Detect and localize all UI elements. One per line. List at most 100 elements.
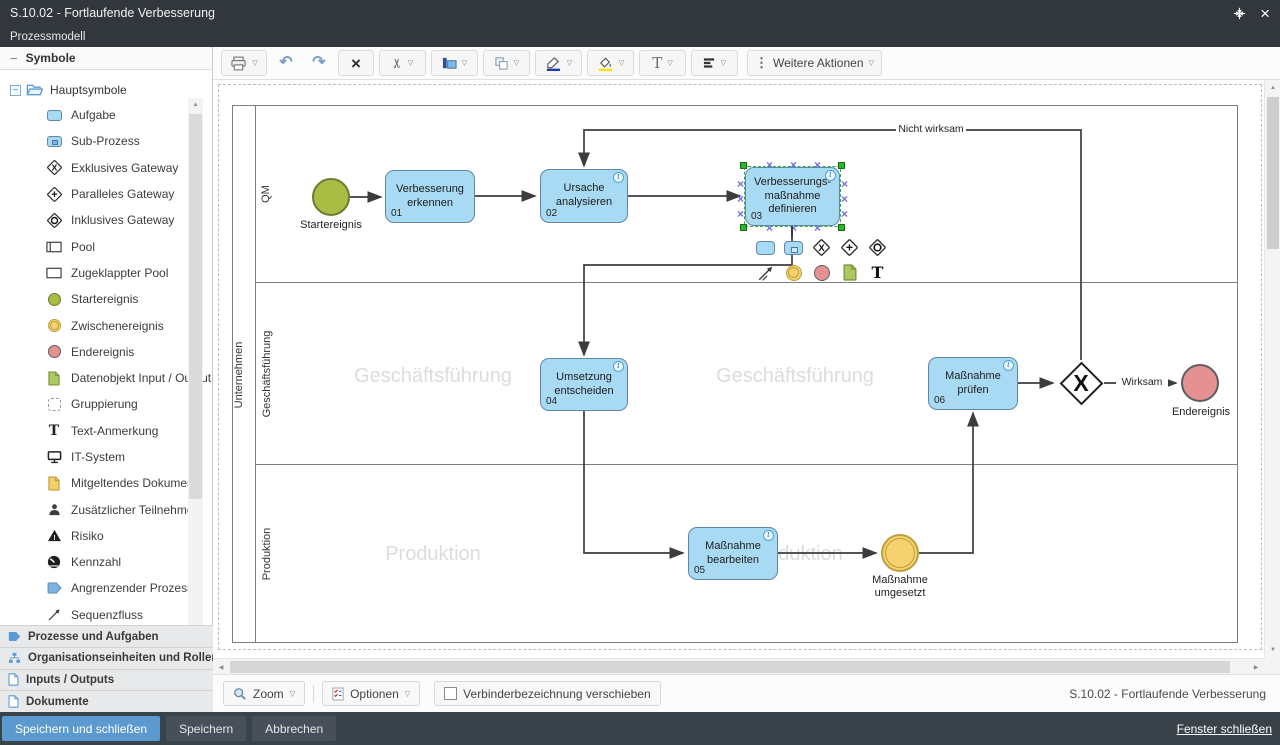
selection-handle[interactable] [740, 162, 747, 169]
symbol-item-angrenzender-prozess[interactable]: Angrenzender Prozess [0, 575, 212, 601]
symbol-item-mitgeltendes-dokument[interactable]: Mitgeltendes Dokument [0, 470, 212, 496]
selection-handle[interactable] [838, 224, 845, 231]
symbol-item-exklusives-gateway[interactable]: X Exklusives Gateway [0, 155, 212, 181]
info-icon[interactable]: i [613, 172, 624, 183]
scroll-left-icon[interactable]: ◀ [213, 659, 229, 675]
collapse-icon[interactable]: − [10, 51, 18, 66]
palette-task-icon[interactable] [753, 236, 778, 259]
horizontal-scroll-thumb[interactable] [230, 661, 1230, 673]
palette-sequence-flow-icon[interactable] [753, 261, 778, 284]
symbol-item-text-anmerkung[interactable]: T Text-Anmerkung [0, 418, 212, 444]
palette-data-object-icon[interactable] [837, 261, 862, 284]
symbol-item-zwischenereignis[interactable]: Zwischenereignis [0, 312, 212, 338]
print-button[interactable]: ▽ [221, 50, 267, 76]
copy-style-button[interactable]: ▽ [483, 50, 530, 76]
align-button[interactable]: ▽ [691, 50, 738, 76]
task-verbesserungsmassnahme-definieren[interactable]: Verbesserungs- maßnahme definieren 03 i … [745, 167, 840, 226]
info-icon[interactable]: i [763, 530, 774, 541]
connection-point[interactable]: × [737, 193, 744, 205]
symbol-item-endereignis[interactable]: Endereignis [0, 339, 212, 365]
palette-subprocess-icon[interactable] [781, 236, 806, 259]
tree-scrollbar[interactable]: ▲ ▼ [188, 98, 203, 625]
symbol-item-risiko[interactable]: ! Risiko [0, 523, 212, 549]
intermediate-event[interactable] [881, 534, 919, 572]
vertical-scrollbar[interactable]: ▲ ▼ [1264, 80, 1280, 658]
palette-text-annotation-icon[interactable]: T [865, 261, 890, 284]
task-umsetzung-entscheiden[interactable]: Umsetzung entscheiden 04 i [540, 358, 628, 411]
connection-point[interactable]: × [790, 159, 797, 171]
tree-root-hauptsymbole[interactable]: − Hauptsymbole [0, 78, 212, 102]
cut-connector-button[interactable]: ✂ ▽ [379, 50, 426, 76]
palette-inclusive-gateway-icon[interactable] [865, 236, 890, 259]
task-verbesserung-erkennen[interactable]: Verbesserung erkennen 01 [385, 170, 475, 223]
task-massnahme-bearbeiten[interactable]: Maßnahme bearbeiten 05 i [688, 527, 778, 580]
lane-divider[interactable] [256, 464, 1237, 465]
symbol-item-startereignis[interactable]: Startereignis [0, 286, 212, 312]
horizontal-scrollbar[interactable]: ◀ ▶ [213, 658, 1264, 674]
arrange-button[interactable]: ▽ [431, 50, 478, 76]
palette-intermediate-event-icon[interactable] [781, 261, 806, 284]
section-prozesse-und-aufgaben[interactable]: Prozesse und Aufgaben [0, 625, 213, 647]
end-event[interactable] [1181, 364, 1219, 402]
info-icon[interactable]: i [613, 361, 624, 372]
selection-handle[interactable] [740, 224, 747, 231]
info-icon[interactable]: i [1003, 360, 1014, 371]
info-icon[interactable]: i [825, 170, 836, 181]
task-massnahme-pruefen[interactable]: Maßnahme prüfen 06 i [928, 357, 1018, 410]
save-and-close-button[interactable]: Speichern und schließen [2, 716, 160, 741]
symbol-item-zusaetzlicher-teilnehmer[interactable]: Zusätzlicher Teilnehmer [0, 496, 212, 522]
symbol-item-sequenzfluss[interactable]: Sequenzfluss [0, 602, 212, 625]
zoom-button[interactable]: Zoom ▽ [223, 681, 305, 706]
cancel-button[interactable]: Abbrechen [252, 716, 336, 741]
section-inputs-outputs[interactable]: Inputs / Outputs [0, 669, 213, 691]
close-window-link[interactable]: Fenster schließen [1177, 722, 1272, 736]
palette-parallel-gateway-icon[interactable]: + [837, 236, 862, 259]
palette-end-event-icon[interactable] [809, 261, 834, 284]
symbol-item-datenobjekt[interactable]: Datenobjekt Input / Output [0, 365, 212, 391]
compress-icon[interactable] [1233, 7, 1246, 20]
connection-point[interactable]: × [737, 208, 744, 220]
delete-button[interactable]: × [338, 50, 374, 76]
more-actions-button[interactable]: ⋮ Weitere Aktionen ▽ [747, 50, 882, 76]
connection-point[interactable]: × [814, 159, 821, 171]
sidebar-header[interactable]: − Symbole [0, 47, 212, 70]
connector-label-checkbox[interactable] [444, 687, 457, 700]
save-button[interactable]: Speichern [166, 716, 246, 741]
symbol-item-inklusives-gateway[interactable]: Inklusives Gateway [0, 207, 212, 233]
exclusive-gateway[interactable]: X [1058, 360, 1104, 406]
selection-handle[interactable] [838, 162, 845, 169]
symbol-item-zugeklappter-pool[interactable]: Zugeklappter Pool [0, 260, 212, 286]
line-color-button[interactable]: ▽ [535, 50, 582, 76]
close-icon[interactable]: × [1260, 5, 1270, 22]
symbol-item-paralleles-gateway[interactable]: + Paralleles Gateway [0, 181, 212, 207]
connection-point[interactable]: × [841, 193, 848, 205]
diagram-canvas[interactable]: Unternehmen QM Geschäftsführung Produkti… [213, 80, 1264, 658]
section-dokumente[interactable]: Dokumente [0, 690, 213, 712]
vertical-scroll-thumb[interactable] [1267, 97, 1279, 249]
redo-button[interactable]: ↷ [305, 50, 333, 76]
tree-collapse-icon[interactable]: − [10, 85, 21, 96]
symbol-item-it-system[interactable]: IT-System [0, 444, 212, 470]
start-event[interactable] [312, 178, 350, 216]
connection-point[interactable]: × [737, 178, 744, 190]
connection-point[interactable]: × [841, 178, 848, 190]
lane-divider[interactable] [256, 282, 1237, 283]
symbol-item-aufgabe[interactable]: Aufgabe [0, 102, 212, 128]
connection-point[interactable]: × [766, 159, 773, 171]
task-ursache-analysieren[interactable]: Ursache analysieren 02 i [540, 169, 628, 223]
section-organisationseinheiten[interactable]: Organisationseinheiten und Rollen [0, 647, 213, 669]
scroll-down-icon[interactable]: ▼ [1265, 642, 1280, 658]
connection-point[interactable]: × [841, 208, 848, 220]
undo-button[interactable]: ↶ [272, 50, 300, 76]
options-button[interactable]: Optionen ▽ [322, 681, 420, 706]
scroll-right-icon[interactable]: ▶ [1248, 659, 1264, 675]
connection-point[interactable]: × [814, 222, 821, 234]
connector-label-toggle[interactable]: Verbinderbezeichnung verschieben [434, 681, 660, 706]
fill-color-button[interactable]: ▽ [587, 50, 634, 76]
text-style-button[interactable]: T ▽ [639, 50, 686, 76]
connection-point[interactable]: × [766, 222, 773, 234]
tree-scroll-thumb[interactable] [189, 114, 202, 499]
palette-exclusive-gateway-icon[interactable]: X [809, 236, 834, 259]
scroll-up-icon[interactable]: ▲ [188, 98, 203, 112]
symbol-item-sub-prozess[interactable]: Sub-Prozess [0, 128, 212, 154]
